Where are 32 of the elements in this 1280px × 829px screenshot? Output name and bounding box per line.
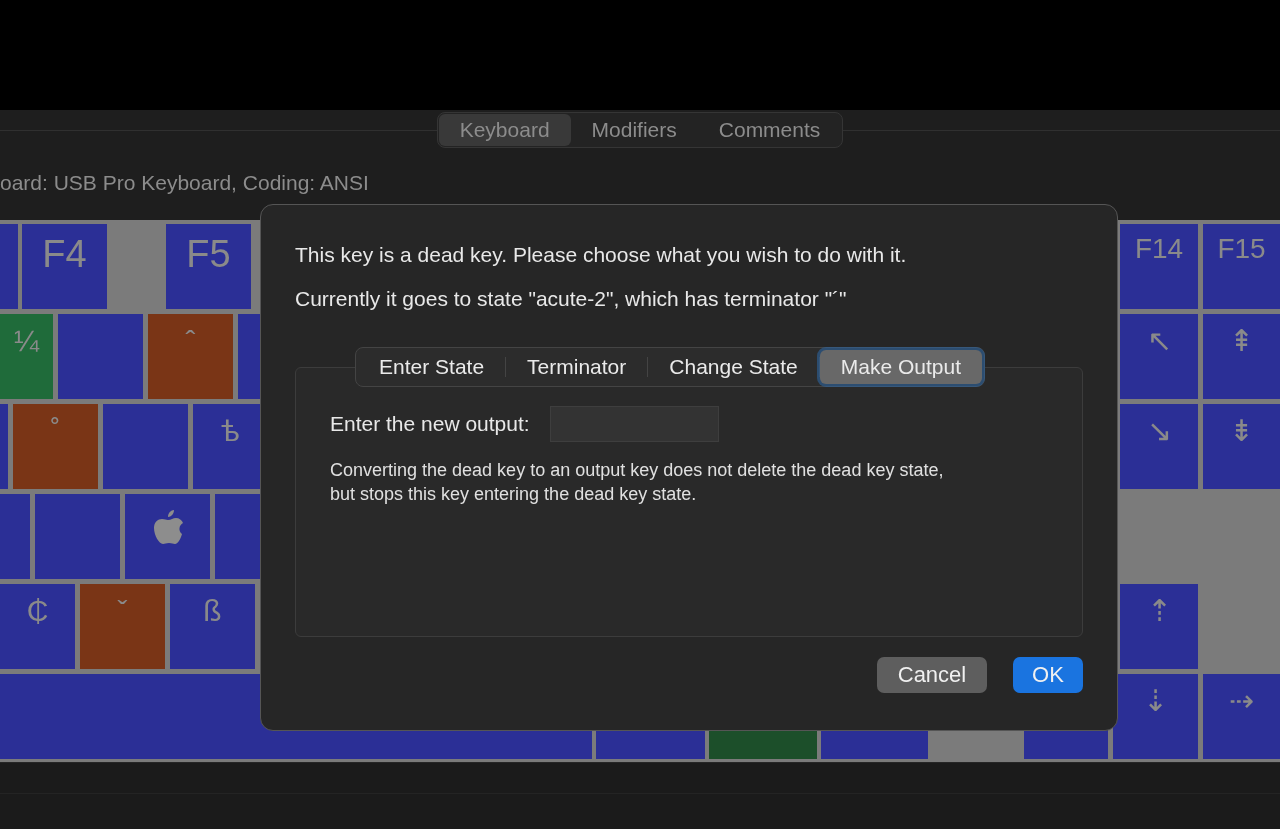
- keyboard-key[interactable]: ↘: [1120, 404, 1198, 489]
- keyboard-key[interactable]: ⇞: [1203, 314, 1280, 399]
- keyboard-info: oard: USB Pro Keyboard, Coding: ANSI: [0, 170, 370, 196]
- keyboard-key[interactable]: ˆ: [148, 314, 233, 399]
- keyboard-key[interactable]: ⇢: [1203, 674, 1280, 759]
- keyboard-key[interactable]: F5: [166, 224, 251, 309]
- view-tab[interactable]: Keyboard: [438, 114, 571, 146]
- keyboard-key[interactable]: ˇ: [80, 584, 165, 669]
- keyboard-key[interactable]: [125, 494, 210, 579]
- keyboard-key[interactable]: ⇣: [1113, 674, 1198, 759]
- keyboard-key[interactable]: ⇡: [1120, 584, 1198, 669]
- action-tab[interactable]: Enter State: [358, 350, 506, 384]
- keyboard-key[interactable]: ↖: [1120, 314, 1198, 399]
- action-tab[interactable]: Change State: [648, 350, 819, 384]
- view-tab[interactable]: Modifiers: [570, 114, 698, 146]
- keyboard-key[interactable]: F14: [1120, 224, 1198, 309]
- description: Converting the dead key to an output key does not delete the dead key state, but stops this key entering the dead key state.: [330, 459, 945, 506]
- action-tab[interactable]: Terminator: [506, 350, 648, 384]
- action-tab[interactable]: Make Output: [819, 350, 982, 384]
- keyboard-key[interactable]: F15: [1203, 224, 1280, 309]
- ok-button[interactable]: OK: [1013, 657, 1083, 693]
- keyboard-key[interactable]: ₵: [0, 584, 75, 669]
- keyboard-key[interactable]: F4: [22, 224, 107, 309]
- cancel-button[interactable]: Cancel: [877, 657, 987, 693]
- view-tab[interactable]: Comments: [697, 114, 842, 146]
- keyboard-key[interactable]: ˚: [13, 404, 98, 489]
- state-info: Currently it goes to state "acute-2", which has terminator "´": [295, 286, 848, 312]
- dialog-message: This key is a dead key. Please choose what you wish to do with it.: [295, 242, 908, 268]
- keyboard-key[interactable]: ⇟: [1203, 404, 1280, 489]
- field-label: Enter the new output:: [330, 412, 530, 436]
- keyboard-key[interactable]: ß: [170, 584, 255, 669]
- keyboard-key[interactable]: ¼: [0, 314, 53, 399]
